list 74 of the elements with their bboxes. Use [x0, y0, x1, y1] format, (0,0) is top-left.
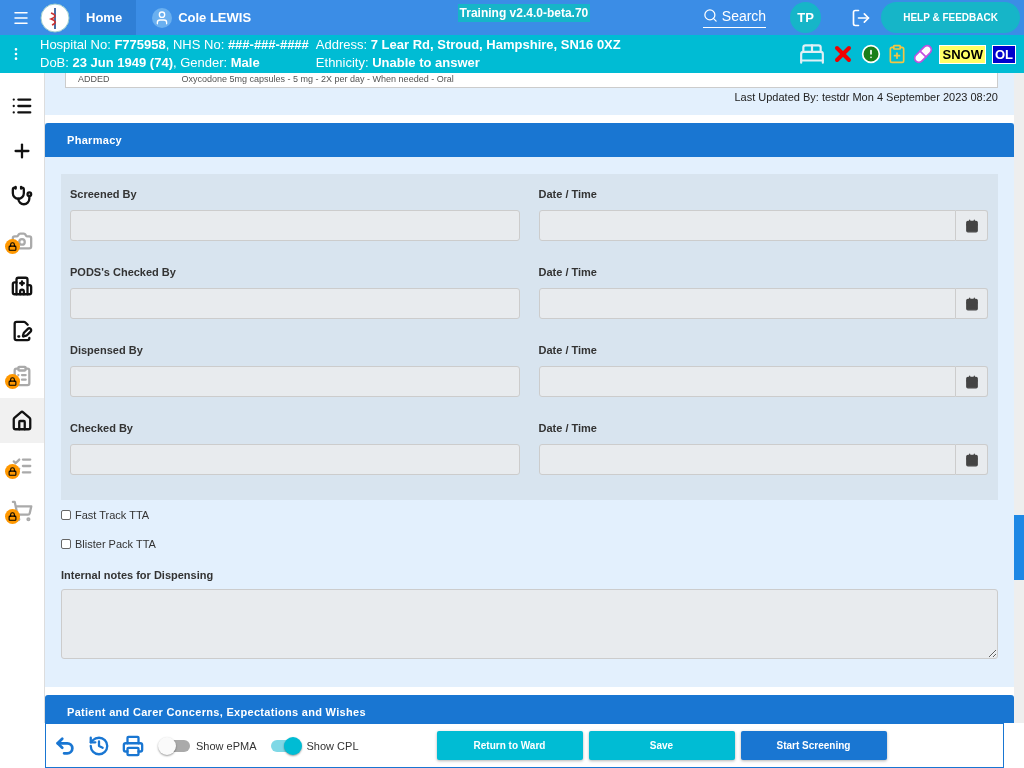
calendar-icon	[964, 452, 979, 467]
pill-icon[interactable]	[913, 44, 934, 64]
input-field[interactable]	[70, 366, 520, 397]
lock-icon	[5, 464, 20, 479]
checkbox-label: Blister Pack TTA	[75, 537, 156, 550]
clipboard-icon[interactable]	[887, 44, 908, 64]
hospital-icon	[11, 274, 33, 297]
breadcrumb-link[interactable]: Home	[80, 0, 137, 35]
last-updated-text: Last Updated By: testdr Mon 4 September 2023 08:20	[734, 91, 998, 103]
action-button[interactable]: Start Screening	[740, 731, 887, 760]
environment-label: Training v2.4.0-beta.70	[457, 4, 591, 22]
patient-detail: Hospital No: F775958, NHS No: ###-###-####	[40, 36, 309, 54]
field-label: Screened By	[70, 188, 138, 202]
toggle-switch[interactable]	[160, 739, 190, 752]
clipboard-icon	[11, 364, 33, 387]
alert-badge[interactable]: SNOW	[939, 44, 986, 64]
section-header[interactable]: Patient and Carer Concerns, Expectations and Wishes	[45, 695, 1014, 723]
signature-icon	[11, 319, 33, 342]
action-button[interactable]: Save	[588, 731, 735, 760]
field-label: Internal notes for Dispensing	[61, 569, 215, 581]
cart-icon	[11, 499, 33, 522]
field-label: Date / Time	[538, 422, 598, 436]
field-label: Date / Time	[538, 188, 598, 202]
lock-icon	[5, 509, 20, 524]
field-label: Date / Time	[538, 266, 598, 280]
date-field[interactable]	[538, 444, 956, 475]
toggle-label: Show ePMA	[196, 739, 257, 752]
action-button[interactable]: Return to Ward	[436, 731, 583, 760]
calendar-icon	[964, 218, 979, 233]
input-field[interactable]	[70, 444, 520, 475]
calendar-icon	[964, 296, 979, 311]
calendar-button[interactable]	[956, 366, 988, 397]
person-icon	[152, 7, 173, 28]
calendar-button[interactable]	[956, 444, 988, 475]
section-header[interactable]: Pharmacy	[45, 123, 1014, 157]
field-label: Dispensed By	[70, 344, 144, 358]
table-cell: Oxycodone 5mg capsules - 5 mg - 2X per day - When needed - Oral	[181, 74, 454, 84]
checkbox[interactable]	[61, 538, 71, 549]
patient-detail: Address: 7 Lear Rd, Stroud, Hampshire, SN16 0XZ	[315, 36, 621, 54]
logo-icon	[40, 2, 70, 33]
print-button[interactable]	[120, 734, 146, 757]
calendar-button[interactable]	[956, 210, 988, 241]
alert-icon[interactable]	[861, 44, 882, 64]
search-link[interactable]: Search	[702, 7, 767, 28]
logout-icon[interactable]	[851, 7, 872, 28]
date-field[interactable]	[538, 210, 956, 241]
scrollbar[interactable]	[1014, 73, 1024, 723]
field-label: Checked By	[70, 422, 134, 436]
field-label: PODS's Checked By	[70, 266, 177, 280]
help-button[interactable]: HELP & FEEDBACK	[881, 2, 1020, 33]
breadcrumb-link[interactable]: Cole LEWIS	[146, 0, 266, 35]
checkbox[interactable]	[61, 509, 71, 520]
user-avatar[interactable]: TP	[790, 2, 822, 33]
calendar-button[interactable]	[956, 288, 988, 319]
patient-detail: DoB: 23 Jun 1949 (74), Gender: Male	[40, 54, 261, 72]
notes-field[interactable]	[61, 589, 998, 659]
date-field[interactable]	[538, 366, 956, 397]
patient-detail: Ethnicity: Unable to answer	[315, 54, 481, 72]
lock-icon	[5, 239, 20, 254]
toggle-label: Show CPL	[306, 739, 359, 752]
table-cell: ADDED	[78, 74, 110, 84]
input-field[interactable]	[70, 210, 520, 241]
field-label: Date / Time	[538, 344, 598, 358]
input-field[interactable]	[70, 288, 520, 319]
calendar-icon	[964, 374, 979, 389]
stethoscope-icon	[11, 184, 33, 207]
toggle-switch[interactable]	[270, 739, 301, 752]
search-icon	[702, 8, 718, 23]
date-field[interactable]	[538, 288, 956, 319]
sidebar-item[interactable]	[0, 398, 44, 443]
lock-icon	[5, 374, 20, 389]
house-icon	[11, 409, 33, 432]
checkbox-label: Fast Track TTA	[75, 508, 150, 521]
alert-badge[interactable]: OL	[991, 44, 1016, 64]
